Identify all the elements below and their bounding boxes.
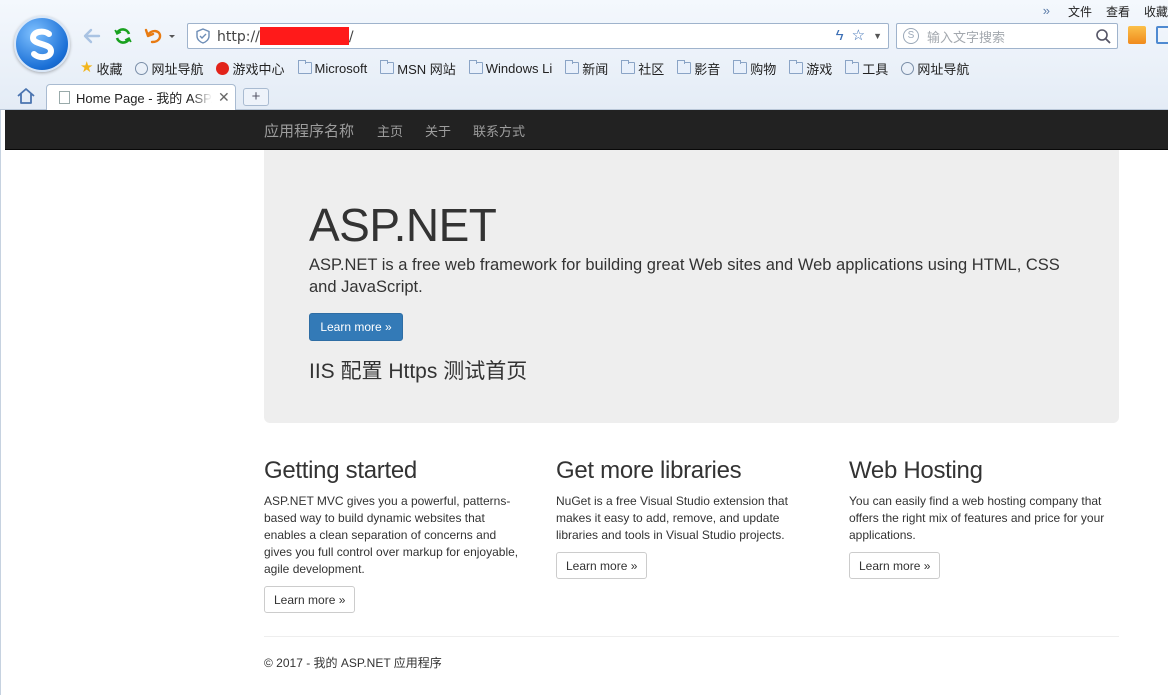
page-viewport: 应用程序名称 主页 关于 联系方式 ASP.NET ASP.NET is a f… xyxy=(0,110,1168,695)
url-suffix: / xyxy=(348,29,354,45)
bookmark-nav-2[interactable]: 网址导航 xyxy=(901,59,969,78)
bookmark-star-icon[interactable]: ☆ xyxy=(852,27,865,45)
close-tab-icon[interactable]: ✕ xyxy=(218,89,230,106)
new-tab-button[interactable]: + xyxy=(243,88,269,106)
jumbotron-lead: ASP.NET is a free web framework for buil… xyxy=(309,256,1060,296)
url-prefix: http:// xyxy=(217,29,260,45)
more-chevron-icon[interactable]: » xyxy=(1043,3,1050,19)
column-title: Getting started xyxy=(264,457,417,484)
tab-home-page[interactable]: Home Page - 我的 ASP.NET 应用程序 ✕ xyxy=(46,84,236,110)
bookmark-news[interactable]: 新闻 xyxy=(565,59,608,78)
folder-icon xyxy=(565,60,580,74)
column-text: NuGet is a free Visual Studio extension … xyxy=(556,494,788,542)
menu-view[interactable]: 查看 xyxy=(1106,3,1130,19)
browser-menu-bar: » 文件 查看 收藏 xyxy=(1043,3,1168,19)
bookmark-community[interactable]: 社区 xyxy=(621,59,664,78)
globe-icon xyxy=(901,61,915,75)
bookmark-games[interactable]: 游戏 xyxy=(789,59,832,78)
column-libraries: Get more libraries NuGet is a free Visua… xyxy=(556,457,806,579)
column-title: Get more libraries xyxy=(556,457,742,484)
refresh-icon[interactable] xyxy=(112,25,134,47)
navbar-brand[interactable]: 应用程序名称 xyxy=(264,120,354,141)
back-arrow-icon[interactable] xyxy=(81,25,103,47)
tab-title: Home Page - 我的 ASP.NET 应用程序 xyxy=(76,91,212,106)
lightning-icon[interactable]: ϟ xyxy=(836,27,844,45)
column-getting-started: Getting started ASP.NET MVC gives you a … xyxy=(264,457,526,613)
column-text: You can easily find a web hosting compan… xyxy=(849,494,1105,542)
folder-icon xyxy=(621,60,636,74)
site-navbar: 应用程序名称 主页 关于 联系方式 xyxy=(5,110,1168,150)
folder-icon xyxy=(468,60,483,74)
menu-file[interactable]: 文件 xyxy=(1068,3,1092,19)
column-web-hosting: Web Hosting You can easily find a web ho… xyxy=(849,457,1115,579)
globe-icon xyxy=(135,61,149,75)
bookmark-game-center[interactable]: 游戏中心 xyxy=(216,59,285,78)
learn-more-primary-button[interactable]: Learn more » xyxy=(309,313,403,341)
bookmark-favorites[interactable]: ★ 收藏 xyxy=(80,59,122,78)
bookmark-microsoft[interactable]: Microsoft xyxy=(297,60,367,76)
footer-copyright: © 2017 - 我的 ASP.NET 应用程序 xyxy=(264,656,442,670)
login-icon[interactable] xyxy=(1128,26,1146,44)
learn-more-button[interactable]: Learn more » xyxy=(556,552,648,579)
folder-icon xyxy=(733,60,748,74)
security-shield-icon[interactable] xyxy=(195,28,211,44)
url-redaction xyxy=(259,27,349,45)
bookmark-nav[interactable]: 网址导航 xyxy=(135,59,203,78)
nav-link-about[interactable]: 关于 xyxy=(425,121,451,140)
browser-logo-icon[interactable] xyxy=(14,16,70,72)
address-bar[interactable]: http:// / ϟ ☆ ▼ xyxy=(187,23,889,49)
star-icon: ★ xyxy=(80,59,94,76)
extension-icons xyxy=(1128,26,1168,44)
jumbotron: ASP.NET ASP.NET is a free web framework … xyxy=(264,150,1119,423)
learn-more-button[interactable]: Learn more » xyxy=(849,552,941,579)
nav-link-contact[interactable]: 联系方式 xyxy=(473,121,525,140)
bookmark-msn[interactable]: MSN 网站 xyxy=(380,59,456,78)
search-icon[interactable] xyxy=(1095,28,1111,44)
bookmarks-bar: ★ 收藏 网址导航 游戏中心 Microsoft MSN 网站 Windows L… xyxy=(80,58,969,78)
address-dropdown-icon[interactable]: ▼ xyxy=(873,27,882,45)
learn-more-button[interactable]: Learn more » xyxy=(264,586,356,613)
sidebar-icon[interactable] xyxy=(1156,26,1168,44)
folder-icon xyxy=(789,60,804,74)
bookmark-tools[interactable]: 工具 xyxy=(845,59,888,78)
folder-icon xyxy=(297,60,312,74)
bookmark-windows-live[interactable]: Windows Li xyxy=(468,60,552,76)
undo-close-icon[interactable] xyxy=(143,25,179,47)
folder-icon xyxy=(677,60,692,74)
footer-divider xyxy=(264,636,1119,637)
url-text: http:// / xyxy=(217,27,354,45)
game-center-icon xyxy=(216,61,230,75)
bookmark-shopping[interactable]: 购物 xyxy=(733,59,776,78)
browser-chrome: » 文件 查看 收藏 http:/// ϟ ☆ ▼ S 输入文字搜索 ★ 收藏 网… xyxy=(0,0,1168,110)
home-icon[interactable] xyxy=(16,87,36,105)
nav-link-home[interactable]: 主页 xyxy=(377,121,403,140)
page-icon xyxy=(59,91,70,104)
column-title: Web Hosting xyxy=(849,457,983,484)
tab-strip: Home Page - 我的 ASP.NET 应用程序 ✕ + xyxy=(0,82,1168,110)
search-engine-icon[interactable]: S xyxy=(903,28,919,44)
folder-icon xyxy=(845,60,860,74)
jumbotron-title: ASP.NET xyxy=(309,199,497,251)
search-box[interactable]: S 输入文字搜索 xyxy=(896,23,1118,49)
bookmark-media[interactable]: 影音 xyxy=(677,59,720,78)
column-text: ASP.NET MVC gives you a powerful, patter… xyxy=(264,494,519,576)
search-placeholder: 输入文字搜索 xyxy=(927,29,1006,45)
folder-icon xyxy=(380,60,395,74)
jumbotron-subtitle: IIS 配置 Https 测试首页 xyxy=(309,360,528,383)
menu-favorites[interactable]: 收藏 xyxy=(1144,3,1168,19)
